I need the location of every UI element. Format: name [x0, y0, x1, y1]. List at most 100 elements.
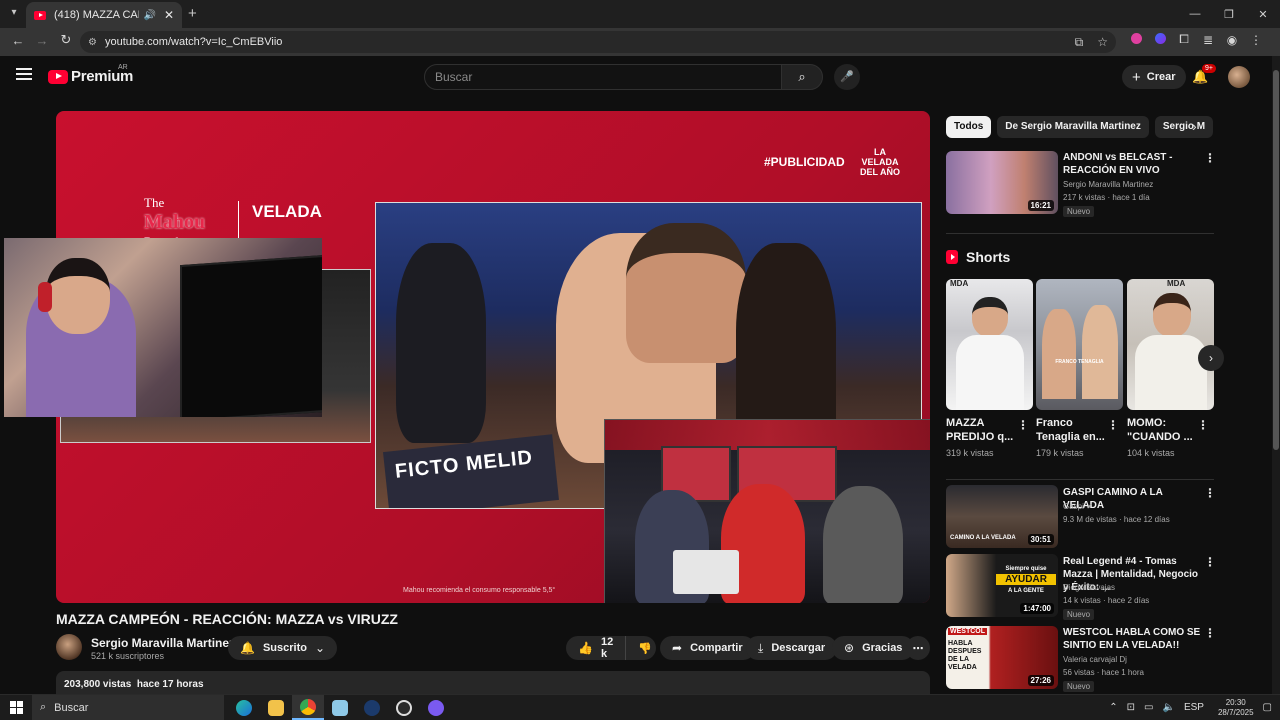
nav-buttons: ← → ↻	[6, 32, 78, 48]
more-actions-icon[interactable]: ⋯	[906, 636, 930, 660]
notifications-bell-icon[interactable]: 🔔 9+	[1192, 64, 1216, 85]
youtube-premium-logo[interactable]: Premium AR	[48, 64, 133, 85]
video-menu-icon[interactable]: ⋮	[1204, 486, 1216, 500]
profile-icon[interactable]: ◉	[1220, 33, 1244, 47]
thumbnail-tag: WESTCOL	[948, 628, 987, 635]
short-thumbnail[interactable]: MDA	[946, 279, 1033, 410]
restore-icon[interactable]: ❐	[1212, 8, 1246, 21]
subscribed-button[interactable]: 🔔 Suscrito ⌄	[228, 636, 338, 660]
steam-icon[interactable]	[356, 695, 388, 720]
monitor	[180, 254, 322, 417]
download-button[interactable]: ⤓ Descargar	[746, 636, 838, 660]
duration-badge: 30:51	[1027, 534, 1054, 545]
notifications-icon[interactable]: ▢	[1263, 702, 1272, 713]
obs-icon[interactable]	[388, 695, 420, 720]
like-count: 12 k	[600, 636, 614, 660]
page-scrollbar[interactable]	[1272, 56, 1280, 696]
minimize-icon[interactable]: —	[1178, 8, 1212, 20]
chrome-icon[interactable]	[292, 695, 324, 720]
user-avatar[interactable]	[1228, 66, 1250, 88]
reload-icon[interactable]: ↻	[54, 32, 78, 48]
menu-dots-icon[interactable]: ⋮	[1244, 33, 1268, 47]
video-menu-icon[interactable]: ⋮	[1204, 626, 1216, 640]
bookmark-star-icon[interactable]: ☆	[1097, 35, 1108, 49]
short-views: 104 k vistas	[1127, 448, 1175, 458]
address-bar[interactable]: ⚙ youtube.com/watch?v=Ic_CmEBViio ⧉ ☆	[80, 31, 1116, 53]
new-badge: Nuevo	[1063, 206, 1095, 217]
edge-icon[interactable]	[228, 695, 260, 720]
extension-blue-icon[interactable]	[1148, 32, 1172, 47]
network-icon[interactable]: ⊡	[1127, 702, 1135, 713]
wifi-icon[interactable]: ▭	[1144, 702, 1153, 713]
chip-from-channel[interactable]: De Sergio Maravilla Martinez	[997, 116, 1149, 138]
cast-icon[interactable]: ⧉	[1075, 35, 1084, 50]
discord-icon[interactable]	[420, 695, 452, 720]
subscriber-count: 521 k suscriptores	[91, 651, 165, 661]
channel-name[interactable]: Sergio Maravilla Martinez	[91, 636, 235, 650]
short-face	[972, 297, 1008, 337]
video-thumbnail[interactable]: WESTCOL HABLA DESPUES DE LA VELADA 27:26	[946, 626, 1058, 689]
chevron-right-icon[interactable]: ›	[1192, 118, 1197, 134]
site-info-icon[interactable]: ⚙	[88, 37, 97, 48]
view-count: 203,800 vistas	[64, 679, 132, 690]
video-menu-icon[interactable]: ⋮	[1204, 151, 1216, 165]
back-icon[interactable]: ←	[6, 33, 30, 48]
new-badge: Nuevo	[1063, 609, 1095, 620]
taskbar-search[interactable]: ⌕ Buscar	[32, 695, 224, 720]
short-views: 179 k vistas	[1036, 448, 1084, 458]
dislike-icon[interactable]: 👎	[626, 642, 664, 655]
video-channel: Gaspi ✔	[1063, 502, 1093, 511]
channel-avatar[interactable]	[56, 634, 82, 660]
chip-all[interactable]: Todos	[946, 116, 992, 138]
browser-tab[interactable]: (418) MAZZA CAMPEÓN - R 🔊 ✕	[26, 2, 182, 28]
short-person	[1042, 309, 1076, 399]
thanks-button[interactable]: ⊛ Gracias	[832, 636, 915, 660]
video-title-link[interactable]: WESTCOL HABLA COMO SE SINTIO EN LA VELAD…	[1063, 626, 1201, 652]
search-icon[interactable]: ⌕	[781, 64, 823, 90]
media-controls-icon[interactable]: ≣	[1196, 33, 1220, 47]
speaker-icon[interactable]: 🔊	[143, 10, 155, 21]
search-input[interactable]: Buscar	[424, 64, 782, 90]
tab-search-button[interactable]: ▾	[6, 5, 22, 21]
filter-chips: Todos De Sergio Maravilla Martinez Sergi…	[946, 116, 1214, 138]
browser-toolbar: ← → ↻ ⚙ youtube.com/watch?v=Ic_CmEBViio …	[0, 28, 1280, 56]
ad-tag: #PUBLICIDAD	[764, 155, 845, 169]
like-button[interactable]: 👍 12 k	[566, 636, 627, 660]
video-thumbnail[interactable]: Siempre quise AYUDAR A LA GENTE 1:47:00	[946, 554, 1058, 617]
hamburger-menu-icon[interactable]	[16, 68, 32, 80]
volume-icon[interactable]: 🔈	[1162, 702, 1174, 713]
chevron-right-icon[interactable]: ›	[1198, 345, 1224, 371]
language-indicator[interactable]: ESP	[1184, 702, 1204, 713]
short-thumbnail[interactable]: MDA	[1127, 279, 1214, 410]
share-button[interactable]: ➦ Compartir	[660, 636, 755, 660]
clock[interactable]: 20:30 28/7/2025	[1218, 698, 1254, 718]
short-title[interactable]: Franco Tenaglia en...	[1036, 416, 1106, 444]
short-body	[1135, 335, 1207, 410]
scrollbar-thumb[interactable]	[1273, 70, 1279, 450]
video-thumbnail[interactable]: CAMINO A LA VELADA 30:51	[946, 485, 1058, 548]
new-tab-button[interactable]: +	[188, 5, 197, 22]
short-menu-icon[interactable]: ⋮	[1197, 418, 1209, 432]
chevron-up-icon[interactable]: ⌃	[1109, 702, 1117, 713]
close-tab-icon[interactable]: ✕	[164, 8, 174, 22]
microphone-icon[interactable]: 🎤	[834, 64, 860, 90]
extension-pink-icon[interactable]	[1124, 32, 1148, 47]
video-menu-icon[interactable]: ⋮	[1204, 555, 1216, 569]
file-explorer-icon[interactable]	[260, 695, 292, 720]
video-title-link[interactable]: ANDONI vs BELCAST - REACCIÓN EN VIVO	[1063, 151, 1201, 177]
forward-icon[interactable]: →	[30, 33, 54, 48]
bell-icon: 🔔	[240, 641, 255, 655]
close-window-icon[interactable]: ✕	[1246, 8, 1280, 21]
video-thumbnail[interactable]: 16:21	[946, 151, 1058, 214]
fight-banner: FICTO MELID	[383, 434, 559, 508]
short-thumbnail[interactable]: FRANCO TENAGLIA	[1036, 279, 1123, 410]
short-menu-icon[interactable]: ⋮	[1017, 418, 1029, 432]
puzzle-icon[interactable]: ⧠	[1172, 32, 1196, 47]
short-title[interactable]: MOMO: "CUANDO ...	[1127, 416, 1197, 444]
notepad-icon[interactable]	[324, 695, 356, 720]
short-menu-icon[interactable]: ⋮	[1107, 418, 1119, 432]
short-title[interactable]: MAZZA PREDIJO q...	[946, 416, 1016, 444]
create-button[interactable]: + Crear	[1122, 65, 1186, 89]
chip-related[interactable]: Sergio M	[1154, 116, 1214, 138]
windows-start-icon[interactable]	[10, 701, 23, 714]
